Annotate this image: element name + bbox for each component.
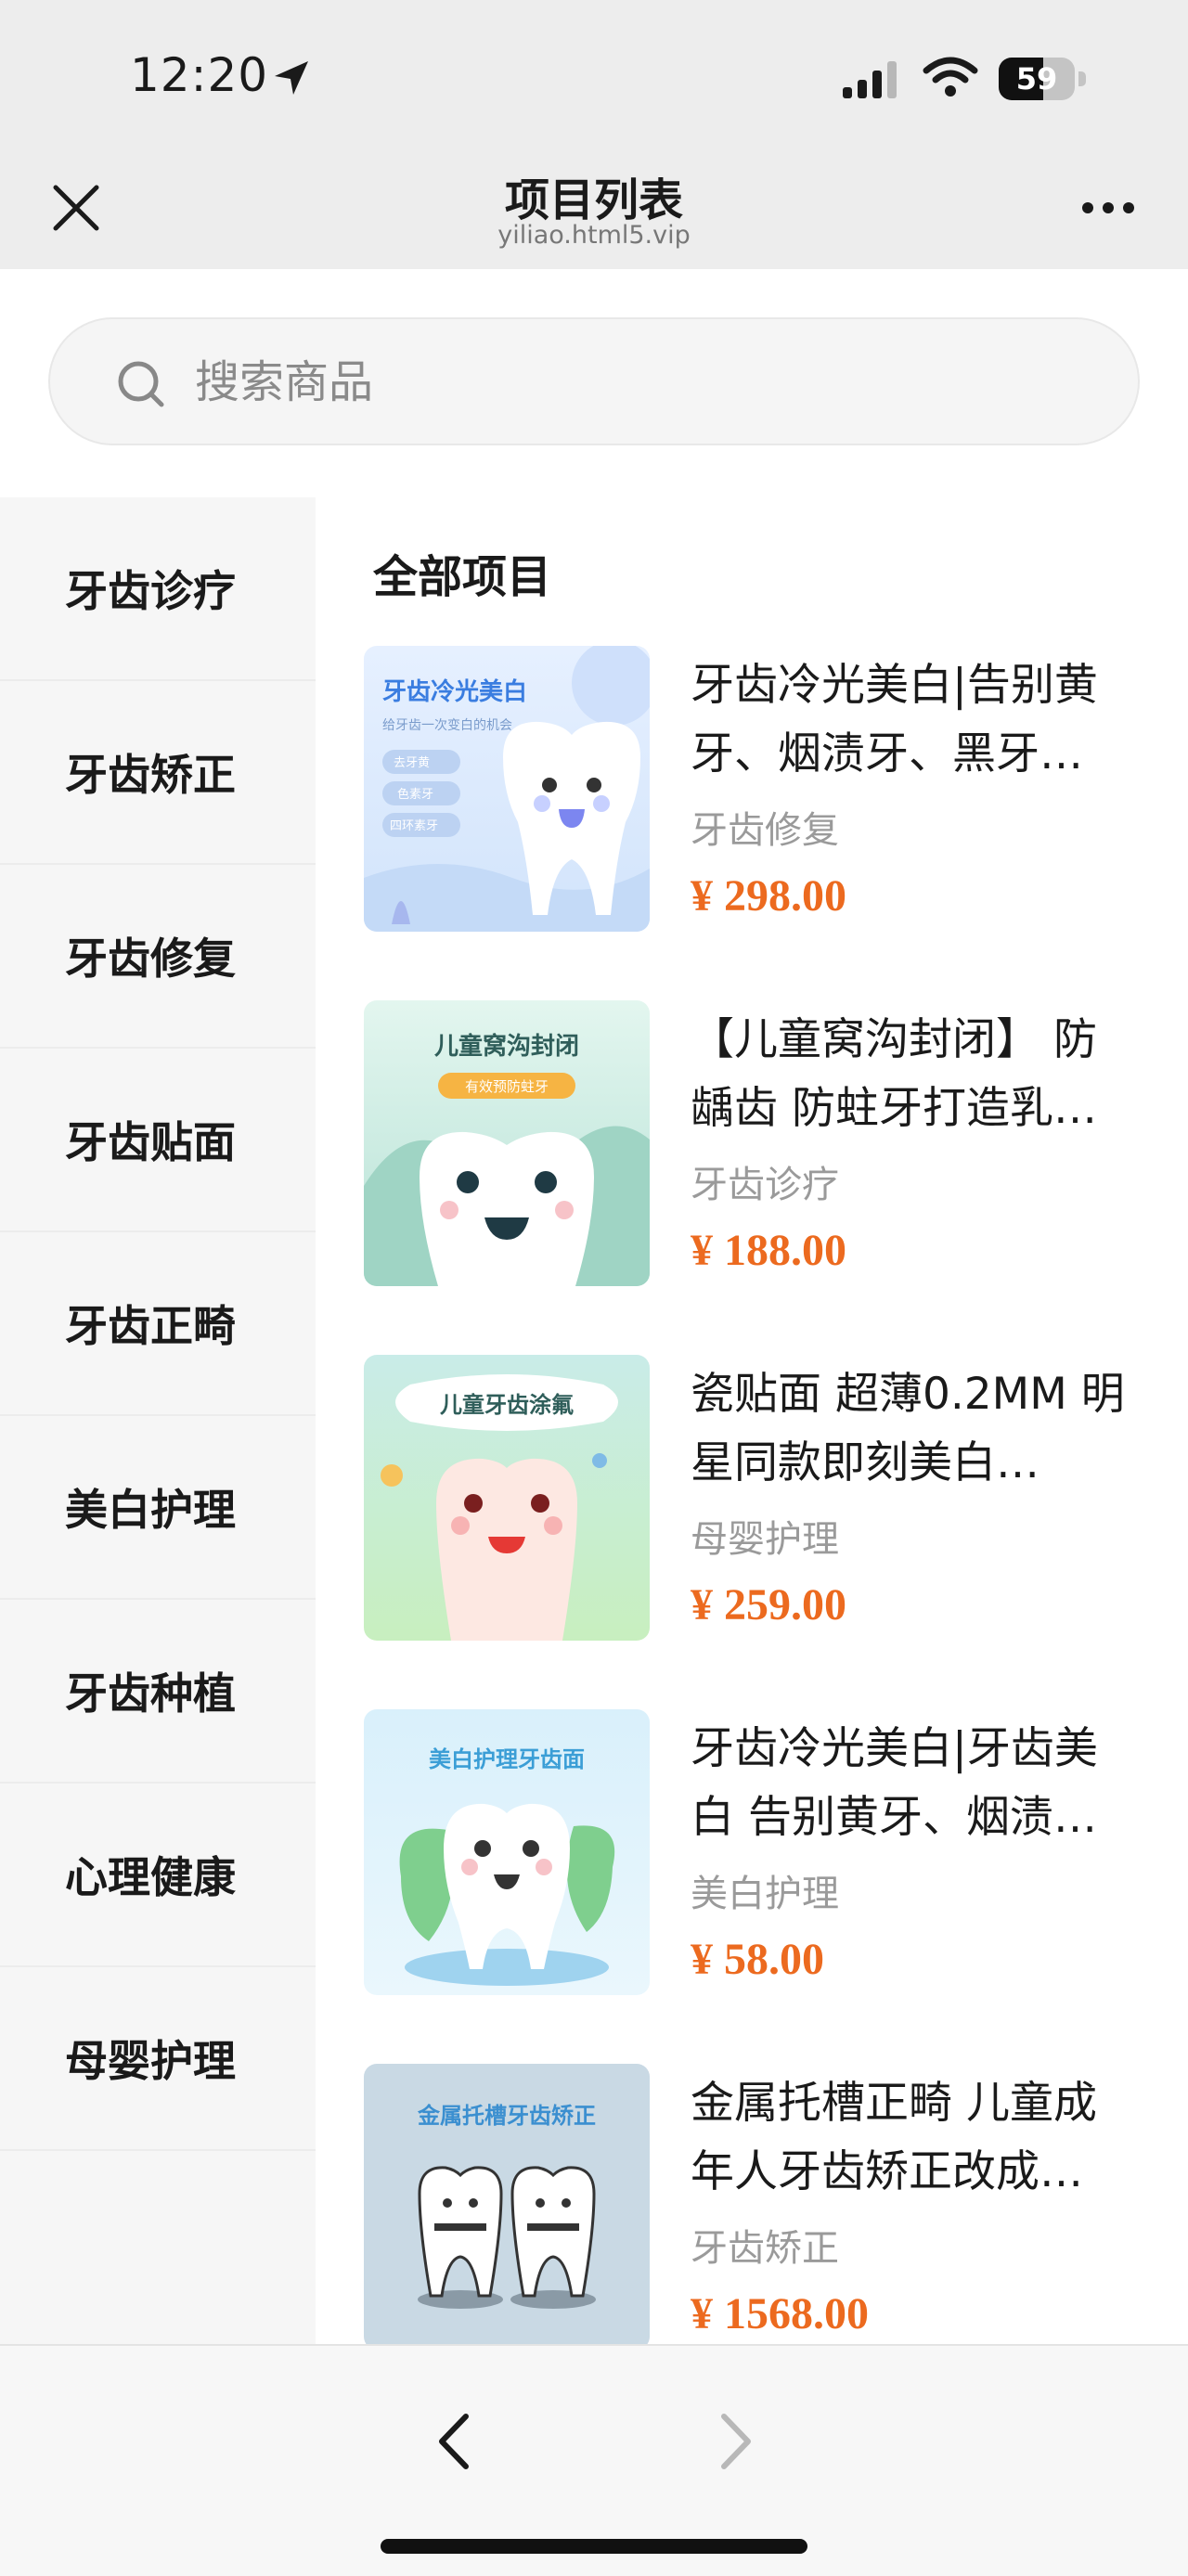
sidebar-item-label: 心理健康 <box>65 1852 236 1902</box>
product-thumbnail: 金属托槽牙齿矫正 <box>364 2064 650 2350</box>
more-menu-icon[interactable] <box>1082 199 1138 217</box>
sidebar-item-label: 牙齿矫正 <box>65 750 236 800</box>
sidebar-item[interactable]: 牙齿修复 <box>0 865 316 1049</box>
close-icon[interactable] <box>48 180 104 236</box>
back-arrow-icon[interactable] <box>427 2409 483 2474</box>
product-price: ¥ 298.00 <box>691 871 846 921</box>
category-sidebar: 牙齿诊疗 牙齿矫正 牙齿修复 牙齿贴面 牙齿正畸 美白护理 牙齿种植 心理健康 … <box>0 497 316 2344</box>
status-time: 12:20 <box>130 48 269 102</box>
product-title: 瓷贴面 超薄0.2MM 明星同款即刻美白… <box>691 1369 1125 1488</box>
home-indicator <box>381 2539 807 2554</box>
page-url: yiliao.html5.vip <box>497 221 691 250</box>
svg-text:美白护理牙齿面: 美白护理牙齿面 <box>429 1746 585 1772</box>
sidebar-item[interactable]: 牙齿矫正 <box>0 681 316 865</box>
product-thumbnail: 牙齿冷光美白 给牙齿一次变白的机会 去牙黄 色素牙 四环素牙 <box>364 646 650 932</box>
product-item[interactable]: 儿童牙齿涂氟 瓷贴面 超薄0.2MM 明星同款即刻美白… 母婴护理 ¥ 259.… <box>364 1355 1162 1642</box>
sidebar-item-label: 母婴护理 <box>65 2036 236 2086</box>
sidebar-item[interactable]: 心理健康 <box>0 1784 316 1967</box>
product-price: ¥ 1568.00 <box>691 2289 869 2338</box>
svg-text:金属托槽牙齿矫正: 金属托槽牙齿矫正 <box>417 2103 596 2129</box>
sidebar-item[interactable]: 母婴护理 <box>0 1967 316 2151</box>
sidebar-item[interactable]: 牙齿贴面 <box>0 1049 316 1232</box>
sidebar-item-label: 牙齿诊疗 <box>65 566 236 616</box>
product-thumbnail: 儿童牙齿涂氟 <box>364 1355 650 1641</box>
product-item[interactable]: 美白护理牙齿面 牙齿冷光美白|牙齿美白 告别黄牙、烟渍… 美白护理 ¥ 58.0… <box>364 1709 1162 1997</box>
search-bar[interactable] <box>48 317 1140 445</box>
svg-text:色素牙: 色素牙 <box>397 787 433 802</box>
cellular-signal-icon <box>843 61 897 98</box>
product-category: 牙齿矫正 <box>691 2227 839 2270</box>
product-thumbnail: 儿童窝沟封闭 有效预防蛀牙 <box>364 1000 650 1286</box>
sidebar-item[interactable]: 牙齿种植 <box>0 1600 316 1784</box>
product-price: ¥ 188.00 <box>691 1226 846 1275</box>
sidebar-item-label: 牙齿种植 <box>65 1668 236 1719</box>
product-item[interactable]: 牙齿冷光美白 给牙齿一次变白的机会 去牙黄 色素牙 四环素牙 牙齿冷光美白|告别… <box>364 646 1162 934</box>
svg-text:儿童牙齿涂氟: 儿童牙齿涂氟 <box>440 1392 574 1418</box>
sidebar-item-label: 牙齿正畸 <box>65 1301 236 1351</box>
svg-text:去牙黄: 去牙黄 <box>394 756 430 770</box>
product-price: ¥ 259.00 <box>691 1580 846 1629</box>
wifi-icon <box>923 57 978 97</box>
product-title: 牙齿冷光美白|牙齿美白 告别黄牙、烟渍… <box>691 1723 1098 1843</box>
product-title: 牙齿冷光美白|告别黄牙、烟渍牙、黑牙… <box>691 660 1098 779</box>
top-bar: 12:20 59 项目列表 yiliao.html5.vip <box>0 0 1188 269</box>
product-item[interactable]: 儿童窝沟封闭 有效预防蛀牙 【儿童窝沟封闭】 防龋齿 防蛀牙打造乳… 牙齿诊疗 … <box>364 1000 1162 1288</box>
product-title: 金属托槽正畸 儿童成年人牙齿矫正改成… <box>691 2078 1097 2197</box>
sidebar-item[interactable]: 美白护理 <box>0 1416 316 1600</box>
sidebar-item-label: 牙齿贴面 <box>65 1117 236 1167</box>
search-icon <box>118 361 164 407</box>
page-title: 项目列表 <box>504 174 683 226</box>
svg-text:牙齿冷光美白: 牙齿冷光美白 <box>382 677 527 706</box>
sidebar-item-label: 美白护理 <box>65 1485 236 1535</box>
search-input[interactable] <box>195 347 1030 418</box>
svg-text:四环素牙: 四环素牙 <box>390 819 438 833</box>
svg-text:有效预防蛀牙: 有效预防蛀牙 <box>465 1078 549 1095</box>
battery-icon: 59 <box>999 58 1088 100</box>
product-price: ¥ 58.00 <box>691 1935 824 1984</box>
product-category: 美白护理 <box>691 1873 839 1915</box>
product-thumbnail: 美白护理牙齿面 <box>364 1709 650 1995</box>
product-title: 【儿童窝沟封闭】 防龋齿 防蛀牙打造乳… <box>691 1014 1097 1134</box>
sidebar-item[interactable]: 牙齿诊疗 <box>0 497 316 681</box>
svg-text:给牙齿一次变白的机会: 给牙齿一次变白的机会 <box>382 718 512 733</box>
sidebar-item[interactable]: 牙齿正畸 <box>0 1232 316 1416</box>
sidebar-item-label: 牙齿修复 <box>65 934 236 984</box>
forward-arrow-icon[interactable] <box>707 2409 763 2474</box>
section-title: 全部项目 <box>373 551 552 603</box>
svg-text:儿童窝沟封闭: 儿童窝沟封闭 <box>434 1032 579 1061</box>
product-item[interactable]: 金属托槽牙齿矫正 金属托槽正畸 儿童成年人牙齿矫正改成… 牙齿矫正 ¥ 1568… <box>364 2064 1162 2351</box>
battery-percent: 59 <box>1015 61 1058 97</box>
product-category: 母婴护理 <box>691 1518 839 1561</box>
location-arrow-icon <box>275 61 308 95</box>
browser-toolbar <box>0 2344 1188 2576</box>
product-category: 牙齿诊疗 <box>691 1164 839 1206</box>
product-category: 牙齿修复 <box>691 809 839 852</box>
